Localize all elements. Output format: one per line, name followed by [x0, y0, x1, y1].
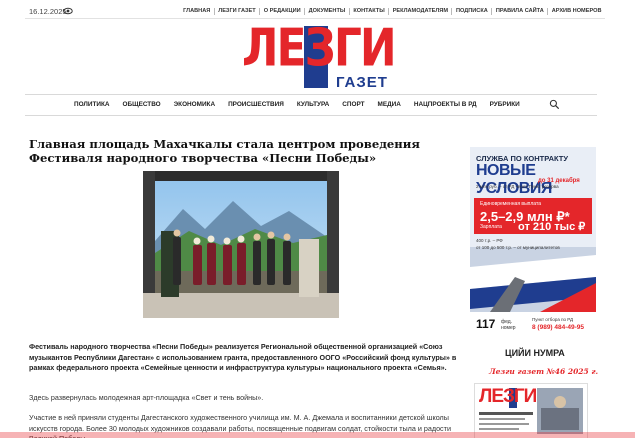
cover-photo [537, 388, 583, 434]
nav-item-natprojects[interactable]: НАЦПРОЕКТЫ В РД [414, 101, 477, 108]
recruitment-phone: 8 (989) 484-49-95 [532, 324, 585, 331]
search-icon[interactable] [549, 99, 560, 110]
article-title: Главная площадь Махачкалы стала центром … [29, 136, 420, 165]
current-date: 16.12.2025 [29, 7, 67, 16]
top-link-subscription[interactable]: ПОДПИСКА [451, 8, 491, 15]
bottom-accent-strip [0, 432, 635, 438]
cover-logo: ЛЕЗГИ [479, 386, 537, 407]
recruitment-phone-block[interactable]: 117 фед. номер Пункт отбора по РД 8 (989… [470, 317, 596, 337]
nav-item-culture[interactable]: КУЛЬТУРА [297, 101, 329, 108]
banner-footnote: от 100 до 500 т.р. – от муниципалитетов [476, 245, 560, 250]
nav-item-media[interactable]: МЕДИА [378, 101, 401, 108]
top-link-documents[interactable]: ДОКУМЕНТЫ [304, 8, 349, 15]
logo-sub-text: ГАЗЕТ [336, 74, 388, 91]
banner-payment-label: Единовременная выплата [480, 201, 541, 207]
current-issue-cover[interactable]: ЛЕЗГИ [474, 383, 588, 438]
top-link-archive[interactable]: АРХИВ НОМЕРОВ [547, 8, 605, 15]
eye-icon[interactable] [63, 6, 73, 16]
current-issue-title[interactable]: Лезги газет №46 2025 г. [489, 367, 598, 376]
federal-number: 117 [476, 317, 496, 331]
banner-footnote: 400 т.р. – РФ [476, 238, 503, 243]
nav-item-incidents[interactable]: ПРОИСШЕСТВИЯ [228, 101, 284, 108]
nav-item-society[interactable]: ОБЩЕСТВО [123, 101, 161, 108]
top-nav: ГЛАВНАЯ ЛЕЗГИ ГАЗЕТ О РЕДАКЦИИ ДОКУМЕНТЫ… [180, 8, 605, 15]
nav-item-economy[interactable]: ЭКОНОМИКА [174, 101, 215, 108]
article-photo[interactable] [143, 171, 339, 318]
article-lead: Фестиваль народного творчества «Песни По… [29, 342, 457, 373]
top-link-rules[interactable]: ПРАВИЛА САЙТА [491, 8, 547, 15]
top-link-advertisers[interactable]: РЕКЛАМОДАТЕЛЯМ [388, 8, 451, 15]
logo-main-text: ЛЕЗГИ [242, 18, 397, 79]
recruitment-point-label: Пункт отбора по РД [532, 317, 574, 322]
top-link-about[interactable]: О РЕДАКЦИИ [259, 8, 304, 15]
banner-flag-graphic [470, 247, 596, 312]
contract-service-banner[interactable]: СЛУЖБА ПО КОНТРАКТУ НОВЫЕ УСЛОВИЯ до 31 … [470, 147, 596, 312]
top-link-contacts[interactable]: КОНТАКТЫ [348, 8, 388, 15]
nav-item-politics[interactable]: ПОЛИТИКА [74, 101, 110, 108]
nav-item-sport[interactable]: СПОРТ [342, 101, 364, 108]
banner-payment-box: Единовременная выплата 2,5–2,9 млн ₽* За… [474, 198, 592, 234]
current-issue-heading: ЦИЙИ НУМРА [505, 348, 565, 358]
nav-item-rubrics[interactable]: РУБРИКИ [490, 101, 520, 108]
banner-salary-label: Зарплата [480, 224, 502, 230]
federal-number-label: фед. номер [501, 319, 516, 331]
top-link-home[interactable]: ГЛАВНАЯ [180, 8, 214, 15]
banner-salary-amount: от 210 тыс ₽ [518, 221, 586, 233]
banner-note: 2 млн руб. – от РД через Пункт резерва [476, 184, 559, 189]
federal-number-label-line: номер [501, 325, 516, 331]
site-logo[interactable]: ЛЕЗГИ ГАЗЕТ [242, 21, 397, 92]
article-paragraph: Здесь развернулась молодежная арт-площад… [29, 393, 264, 403]
top-bar: 16.12.2025 ГЛАВНАЯ ЛЕЗГИ ГАЗЕТ О РЕДАКЦИ… [25, 4, 605, 19]
top-link-lezgi-gazet[interactable]: ЛЕЗГИ ГАЗЕТ [213, 8, 259, 15]
main-nav: ПОЛИТИКА ОБЩЕСТВО ЭКОНОМИКА ПРОИСШЕСТВИЯ… [25, 94, 597, 116]
page: 16.12.2025 ГЛАВНАЯ ЛЕЗГИ ГАЗЕТ О РЕДАКЦИ… [0, 0, 635, 438]
